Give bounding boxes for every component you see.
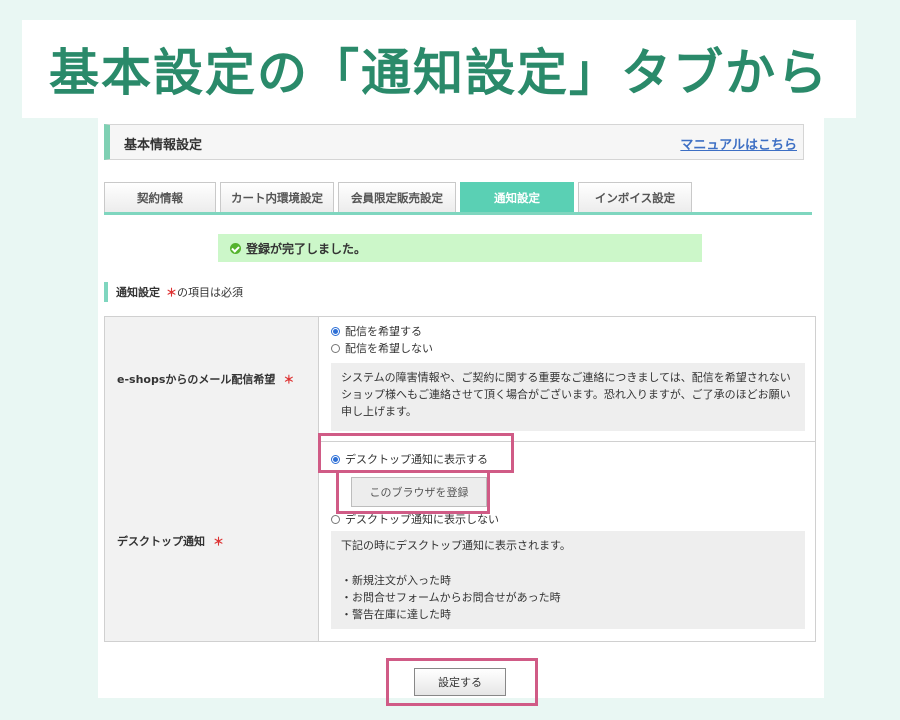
required-note: の項目は必須 xyxy=(177,286,243,299)
tab-underline xyxy=(104,212,812,215)
success-message: 登録が完了しました。 xyxy=(246,241,367,256)
required-mark: ＊ xyxy=(213,535,224,548)
section-heading: 通知設定 ＊ の項目は必須 xyxy=(104,282,243,302)
tab-invoice[interactable]: インボイス設定 xyxy=(578,182,692,212)
desktop-notification-label-text: デスクトップ通知 xyxy=(117,535,205,548)
desktop-hide-label: デスクトップ通知に表示しない xyxy=(345,513,499,526)
mail-preference-label: e-shopsからのメール配信希望 ＊ xyxy=(105,317,319,441)
list-item: ・お問合せフォームからお問合せがあった時 xyxy=(341,591,561,604)
page-title: 基本情報設定 xyxy=(124,138,203,153)
tab-notification[interactable]: 通知設定 xyxy=(460,182,574,212)
headline-text: 基本設定の「通知設定」タブから xyxy=(49,44,829,102)
check-circle-icon xyxy=(230,242,241,254)
success-banner: 登録が完了しました。 xyxy=(218,234,702,262)
settings-table: e-shopsからのメール配信希望 ＊ 配信を希望する 配信を希望しない システ… xyxy=(104,316,816,642)
tab-member-sales[interactable]: 会員限定販売設定 xyxy=(338,182,456,212)
tab-bar: 契約情報 カート内環境設定 会員限定販売設定 通知設定 インボイス設定 xyxy=(104,182,812,214)
desktop-note-intro: 下記の時にデスクトップ通知に表示されます。 xyxy=(341,539,571,552)
mail-opt-out-label: 配信を希望しない xyxy=(345,342,433,355)
radio-selected-icon xyxy=(331,326,340,336)
required-mark: ＊ xyxy=(166,286,177,299)
tab-cart-settings[interactable]: カート内環境設定 xyxy=(220,182,334,212)
radio-unselected-icon xyxy=(331,343,340,353)
mail-opt-in-radio[interactable]: 配信を希望する xyxy=(331,323,422,339)
desktop-notification-label: デスクトップ通知 ＊ xyxy=(105,441,319,641)
settings-panel: 基本情報設定 マニュアルはこちら 契約情報 カート内環境設定 会員限定販売設定 … xyxy=(98,118,824,698)
desktop-notification-row: デスクトップ通知 ＊ デスクトップ通知に表示する このブラウザを登録 デスクトッ… xyxy=(105,441,815,641)
section-title: 通知設定 xyxy=(116,286,160,299)
manual-link[interactable]: マニュアルはこちら xyxy=(680,134,797,153)
headline-banner: 基本設定の「通知設定」タブから xyxy=(22,20,856,118)
list-item: ・新規注文が入った時 xyxy=(341,574,451,587)
tab-contract[interactable]: 契約情報 xyxy=(104,182,216,212)
radio-selected-icon xyxy=(331,454,340,464)
mail-opt-out-radio[interactable]: 配信を希望しない xyxy=(331,340,433,356)
desktop-note-list: ・新規注文が入った時 ・お問合せフォームからお問合せがあった時 ・警告在庫に達し… xyxy=(341,572,795,623)
mail-preference-label-text: e-shopsからのメール配信希望 xyxy=(117,373,276,386)
desktop-notification-note: 下記の時にデスクトップ通知に表示されます。 ・新規注文が入った時 ・お問合せフォ… xyxy=(331,531,805,629)
mail-preference-row: e-shopsからのメール配信希望 ＊ 配信を希望する 配信を希望しない システ… xyxy=(105,317,815,442)
submit-button[interactable]: 設定する xyxy=(414,668,506,696)
page-title-bar: 基本情報設定 マニュアルはこちら xyxy=(104,124,804,160)
radio-unselected-icon xyxy=(331,514,340,524)
list-item: ・警告在庫に達した時 xyxy=(341,608,451,621)
desktop-show-radio[interactable]: デスクトップ通知に表示する xyxy=(331,451,488,467)
desktop-hide-radio[interactable]: デスクトップ通知に表示しない xyxy=(331,511,499,527)
desktop-show-label: デスクトップ通知に表示する xyxy=(345,453,488,466)
mail-preference-note: システムの障害情報や、ご契約に関する重要なご連絡につきましては、配信を希望されな… xyxy=(331,363,805,431)
mail-opt-in-label: 配信を希望する xyxy=(345,325,422,338)
required-mark: ＊ xyxy=(283,373,295,386)
register-browser-button[interactable]: このブラウザを登録 xyxy=(351,477,487,507)
